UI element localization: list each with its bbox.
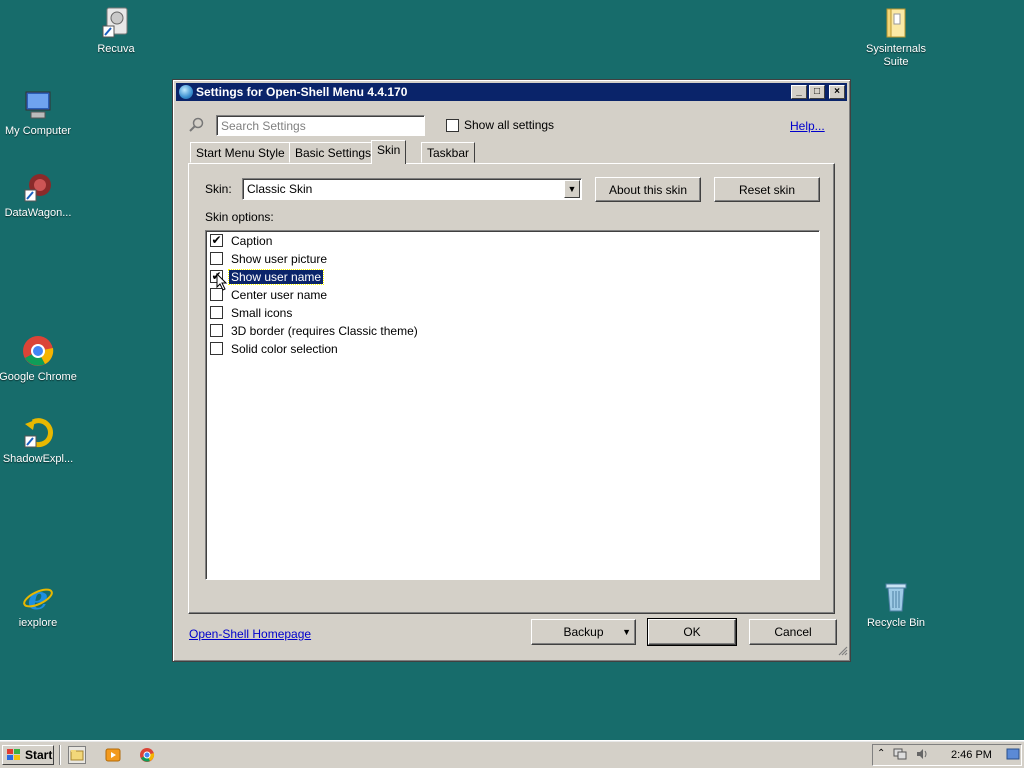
- start-label: Start: [25, 748, 53, 762]
- window-title: Settings for Open-Shell Menu 4.4.170: [196, 85, 408, 99]
- settings-window: Settings for Open-Shell Menu 4.4.170 _ □…: [172, 79, 851, 662]
- desktop-icon-chrome[interactable]: Google Chrome: [0, 334, 78, 384]
- volume-icon[interactable]: [915, 747, 929, 764]
- folder-icon: [879, 6, 913, 40]
- system-tray: ⌃ 2:46 PM: [872, 744, 1022, 766]
- checkbox[interactable]: [210, 342, 223, 355]
- skin-dropdown-value: Classic Skin: [247, 182, 313, 196]
- backup-button-label: Backup: [563, 625, 604, 639]
- desktop-icon-label: Google Chrome: [0, 371, 77, 383]
- desktop-icon-my-computer[interactable]: My Computer: [0, 88, 78, 138]
- tab-taskbar[interactable]: Taskbar: [421, 142, 476, 163]
- search-input[interactable]: Search Settings: [216, 115, 425, 136]
- maximize-button[interactable]: □: [809, 85, 825, 99]
- skin-options-label: Skin options:: [205, 210, 274, 224]
- option-label: Small icons: [231, 305, 293, 320]
- shadowexplorer-icon: [21, 416, 55, 450]
- checkbox[interactable]: [210, 252, 223, 265]
- desktop-icon-label: DataWagon...: [4, 207, 72, 219]
- recuva-icon: [99, 6, 133, 40]
- desktop-icon-shadowexplorer[interactable]: ShadowExpl...: [0, 416, 78, 466]
- option-label: Show user name: [227, 268, 325, 285]
- show-desktop-icon[interactable]: [1006, 748, 1020, 763]
- checkbox[interactable]: [446, 118, 459, 132]
- show-all-settings-checkbox[interactable]: Show all settings: [446, 118, 554, 132]
- option-label: Caption: [231, 233, 273, 248]
- option-label: Solid color selection: [231, 341, 338, 356]
- svg-text:e: e: [28, 580, 48, 614]
- desktop-icon-datawagon[interactable]: DataWagon...: [0, 170, 78, 220]
- close-button[interactable]: ×: [829, 85, 845, 99]
- option-label: 3D border (requires Classic theme): [231, 323, 418, 338]
- network-icon[interactable]: [893, 747, 907, 764]
- list-item[interactable]: Solid color selection: [210, 340, 340, 357]
- show-all-settings-label: Show all settings: [464, 118, 555, 132]
- chrome-icon[interactable]: [138, 746, 156, 764]
- mouse-cursor-icon: [216, 272, 228, 294]
- tab-start-menu-style[interactable]: Start Menu Style: [190, 142, 291, 163]
- desktop-icon-label: ShadowExpl...: [2, 453, 74, 465]
- desktop-icon-sysinternals[interactable]: Sysinternals Suite: [856, 6, 936, 69]
- list-item[interactable]: ✔ Caption: [210, 232, 274, 249]
- desktop-icon-iexplore[interactable]: e iexplore: [0, 579, 78, 630]
- chrome-icon: [21, 334, 55, 368]
- skin-panel: Skin: Classic Skin ▼ About this skin Res…: [188, 163, 835, 614]
- clock[interactable]: 2:46 PM: [951, 749, 992, 761]
- chevron-down-icon[interactable]: ▼: [564, 180, 580, 198]
- cancel-button[interactable]: Cancel: [749, 619, 837, 645]
- list-item[interactable]: Small icons: [210, 304, 294, 321]
- backup-button[interactable]: Backup ▼: [531, 619, 636, 645]
- skin-options-list[interactable]: ✔ Caption Show user picture ✔ Show user …: [205, 230, 820, 580]
- option-label: Show user picture: [231, 251, 328, 266]
- media-player-icon[interactable]: [104, 746, 122, 764]
- search-icon: [188, 117, 204, 136]
- about-skin-button[interactable]: About this skin: [595, 177, 701, 202]
- quick-launch-divider: [59, 745, 61, 765]
- skin-label: Skin:: [205, 182, 232, 196]
- computer-icon: [21, 88, 55, 122]
- desktop-icon-recycle-bin[interactable]: Recycle Bin: [856, 580, 936, 630]
- resize-grip-icon[interactable]: [836, 644, 848, 659]
- checkbox[interactable]: [210, 306, 223, 319]
- datawagon-icon: [21, 170, 55, 204]
- option-label: Center user name: [231, 287, 328, 302]
- desktop-icon-label: Recuva: [97, 43, 135, 55]
- minimize-button[interactable]: _: [791, 85, 807, 99]
- open-shell-icon: [179, 85, 193, 99]
- homepage-link[interactable]: Open-Shell Homepage: [189, 627, 311, 641]
- start-button[interactable]: Start: [2, 745, 54, 765]
- desktop-icon-label: Recycle Bin: [866, 617, 926, 629]
- explorer-icon[interactable]: [68, 746, 86, 764]
- title-bar[interactable]: Settings for Open-Shell Menu 4.4.170 _ □…: [176, 83, 847, 101]
- recycle-bin-icon: [879, 580, 913, 614]
- help-link[interactable]: Help...: [790, 119, 825, 133]
- chevron-down-icon: ▼: [622, 627, 631, 637]
- checkbox[interactable]: [210, 324, 223, 337]
- skin-dropdown[interactable]: Classic Skin ▼: [242, 178, 582, 200]
- list-item[interactable]: 3D border (requires Classic theme): [210, 322, 420, 339]
- list-item[interactable]: Show user picture: [210, 250, 329, 267]
- desktop-icon-recuva[interactable]: Recuva: [76, 6, 156, 56]
- tab-basic-settings[interactable]: Basic Settings: [289, 142, 378, 163]
- taskbar: Start ⌃ 2:46 PM: [0, 740, 1024, 768]
- desktop-icon-label: Suite: [883, 56, 909, 68]
- checkbox[interactable]: ✔: [210, 234, 223, 247]
- chevron-up-icon[interactable]: ⌃: [877, 748, 885, 759]
- reset-skin-button[interactable]: Reset skin: [714, 177, 820, 202]
- windows-logo-icon: [6, 748, 22, 762]
- ok-button[interactable]: OK: [647, 618, 737, 646]
- desktop-icon-label: iexplore: [18, 617, 58, 629]
- desktop-icon-label: My Computer: [4, 125, 72, 137]
- desktop-icon-label: Sysinternals: [866, 43, 926, 55]
- internet-explorer-icon: e: [21, 579, 55, 617]
- tab-skin[interactable]: Skin: [371, 140, 407, 164]
